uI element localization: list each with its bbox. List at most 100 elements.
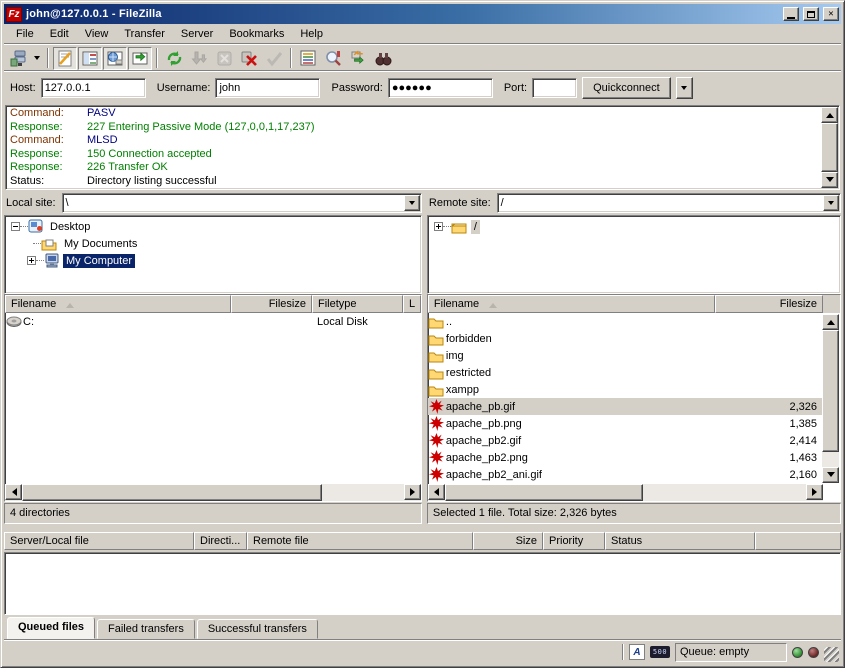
remote-site-dropdown[interactable]	[823, 195, 839, 211]
scroll-left-button[interactable]	[5, 484, 22, 500]
scroll-down-button[interactable]	[822, 467, 839, 483]
menu-edit[interactable]: Edit	[42, 26, 77, 42]
sync-browsing-button[interactable]	[346, 47, 370, 70]
column-size[interactable]: Size	[473, 532, 543, 550]
local-site-dropdown[interactable]	[404, 195, 420, 211]
file-row[interactable]: forbidden	[428, 330, 823, 347]
file-row[interactable]: ..	[428, 313, 823, 330]
process-queue-button[interactable]	[187, 47, 211, 70]
tree-item-root[interactable]: /	[428, 218, 840, 235]
compare-button[interactable]	[321, 47, 345, 70]
column-filetype[interactable]: Filetype	[312, 295, 403, 313]
toggle-log-button[interactable]	[53, 47, 77, 70]
quickconnect-dropdown[interactable]	[676, 77, 693, 99]
scroll-right-button[interactable]	[806, 484, 823, 500]
synchronized-browsing-icon	[350, 50, 367, 67]
column-server-local-file[interactable]: Server/Local file	[4, 532, 194, 550]
expand-icon[interactable]	[434, 222, 443, 231]
filter-button[interactable]	[296, 47, 320, 70]
scroll-down-button[interactable]	[821, 172, 838, 188]
file-row-selected[interactable]: apache_pb.gif 2,326	[428, 398, 823, 415]
log-scrollbar[interactable]	[821, 107, 838, 188]
file-row[interactable]: apache_pb2_ani.gif 2,160	[428, 466, 823, 483]
toggle-queue-button[interactable]	[128, 47, 152, 70]
site-manager-button[interactable]	[6, 47, 30, 70]
folder-icon	[428, 349, 445, 363]
tree-item-desktop[interactable]: Desktop	[5, 218, 421, 235]
remote-vertical-scrollbar[interactable]	[822, 314, 839, 483]
file-row[interactable]: img	[428, 347, 823, 364]
local-list-body: C: Local Disk	[5, 313, 421, 484]
tab-failed-transfers[interactable]: Failed transfers	[97, 619, 195, 639]
port-input[interactable]	[532, 78, 577, 98]
scroll-thumb[interactable]	[821, 123, 838, 172]
file-row[interactable]: apache_pb.png 1,385	[428, 415, 823, 432]
cancel-button[interactable]	[212, 47, 236, 70]
send-activity-led	[808, 647, 819, 658]
column-filename[interactable]: Filename	[428, 295, 715, 313]
file-row[interactable]: xampp	[428, 381, 823, 398]
indicator-badge-icon: 500	[650, 646, 670, 658]
tree-item-my-computer[interactable]: My Computer	[5, 252, 421, 269]
title-bar[interactable]: Fz john@127.0.0.1 - FileZilla ✕	[4, 4, 841, 24]
scroll-up-button[interactable]	[821, 107, 838, 123]
column-filesize[interactable]: Filesize	[715, 295, 823, 313]
file-row[interactable]: restricted	[428, 364, 823, 381]
scroll-left-button[interactable]	[428, 484, 445, 500]
local-site-combo[interactable]: \	[62, 193, 422, 213]
maximize-button[interactable]	[803, 7, 819, 21]
minimize-button[interactable]	[783, 7, 799, 21]
recv-activity-led	[792, 647, 803, 658]
disconnect-button[interactable]	[237, 47, 261, 70]
menu-help[interactable]: Help	[292, 26, 331, 42]
log-line: Command:MLSD	[10, 134, 819, 148]
column-status[interactable]: Status	[605, 532, 755, 550]
expand-icon[interactable]	[27, 256, 36, 265]
scroll-up-button[interactable]	[822, 314, 839, 330]
scroll-thumb[interactable]	[445, 484, 643, 501]
toggle-local-tree-button[interactable]	[78, 47, 102, 70]
tab-successful-transfers[interactable]: Successful transfers	[197, 619, 318, 639]
file-row[interactable]: apache_pb2.png 1,463	[428, 449, 823, 466]
username-input[interactable]	[215, 78, 320, 98]
cancel-icon	[216, 50, 233, 67]
column-filename[interactable]: Filename	[5, 295, 231, 313]
drive-row[interactable]: C: Local Disk	[5, 313, 421, 330]
column-priority[interactable]: Priority	[543, 532, 605, 550]
collapse-icon[interactable]	[11, 222, 20, 231]
local-horizontal-scrollbar[interactable]	[5, 484, 421, 501]
column-remote-file[interactable]: Remote file	[247, 532, 473, 550]
process-queue-icon	[191, 50, 208, 67]
file-row[interactable]: apache_pb2.gif 2,414	[428, 432, 823, 449]
site-manager-dropdown[interactable]	[31, 47, 43, 70]
column-filesize[interactable]: Filesize	[231, 295, 312, 313]
quickconnect-bar: Host: Username: Password: Port: Quickcon…	[4, 71, 841, 104]
refresh-button[interactable]	[162, 47, 186, 70]
resize-grip[interactable]	[824, 647, 839, 662]
tree-item-my-documents[interactable]: My Documents	[5, 235, 421, 252]
remote-horizontal-scrollbar[interactable]	[428, 484, 823, 501]
reconnect-button[interactable]	[262, 47, 286, 70]
menu-view[interactable]: View	[77, 26, 117, 42]
window-title: john@127.0.0.1 - FileZilla	[26, 8, 779, 20]
host-input[interactable]	[41, 78, 146, 98]
tab-queued-files[interactable]: Queued files	[7, 617, 95, 639]
remote-site-combo[interactable]: /	[497, 193, 841, 213]
menu-bookmarks[interactable]: Bookmarks	[221, 26, 292, 42]
menu-server[interactable]: Server	[173, 26, 221, 42]
menu-transfer[interactable]: Transfer	[116, 26, 173, 42]
toggle-remote-tree-button[interactable]	[103, 47, 127, 70]
scroll-thumb[interactable]	[22, 484, 322, 501]
close-button[interactable]: ✕	[823, 7, 839, 21]
scroll-thumb[interactable]	[822, 330, 839, 452]
password-input[interactable]	[388, 78, 493, 98]
quickconnect-button[interactable]: Quickconnect	[582, 77, 671, 99]
column-direction[interactable]: Directi...	[194, 532, 247, 550]
folder-icon	[428, 383, 445, 397]
column-last-modified[interactable]: L	[403, 295, 421, 313]
find-button[interactable]	[371, 47, 395, 70]
transfer-queue: Server/Local file Directi... Remote file…	[4, 532, 841, 615]
menu-file[interactable]: File	[8, 26, 42, 42]
scroll-right-button[interactable]	[404, 484, 421, 500]
local-site-label: Local site:	[4, 197, 59, 209]
